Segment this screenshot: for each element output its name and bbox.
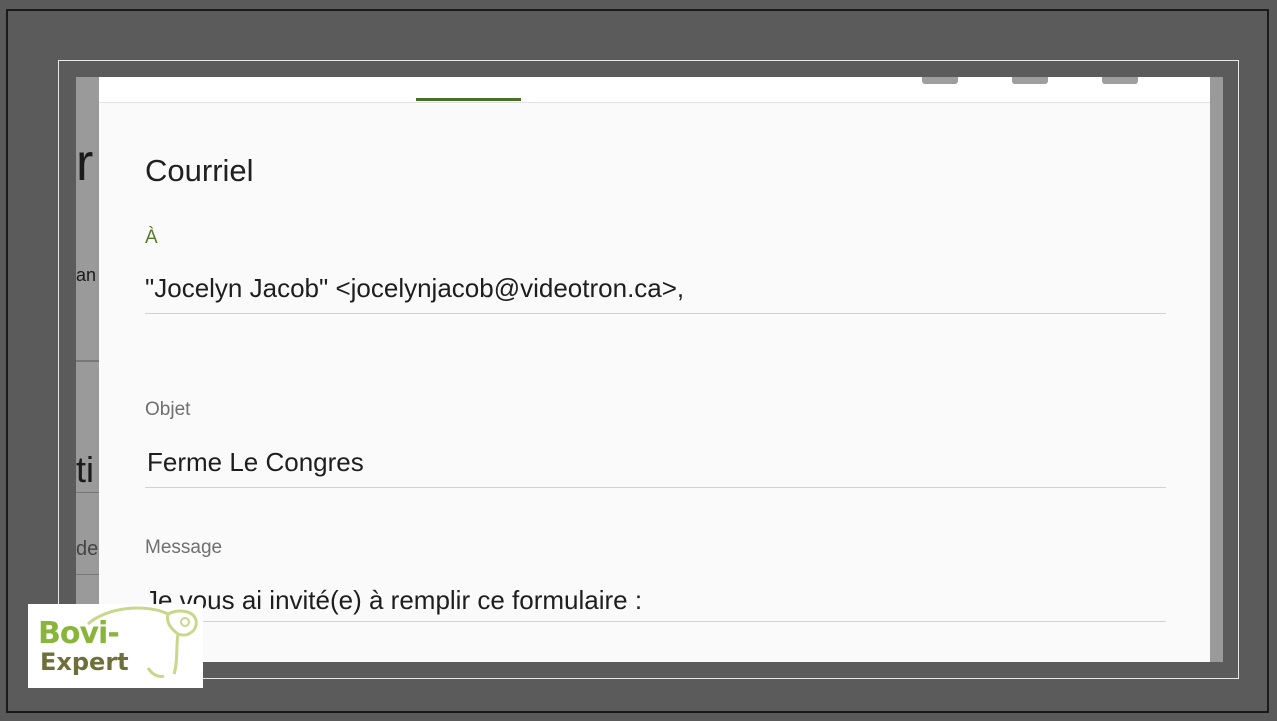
link-icon[interactable]	[922, 77, 958, 84]
bovi-expert-logo: Bovi- Expert	[28, 604, 203, 688]
logo-text-line2: Expert	[40, 648, 129, 676]
to-field-underline	[145, 313, 1166, 314]
message-field[interactable]: Je vous ai invité(e) à remplir ce formul…	[145, 585, 642, 616]
background-text-fragment: an	[76, 265, 97, 285]
subject-field[interactable]: Ferme Le Congres	[147, 447, 364, 478]
background-text-fragment: ti	[76, 449, 94, 490]
message-field-label: Message	[145, 537, 223, 558]
background-text-fragment: r	[76, 134, 94, 192]
subject-field-label: Objet	[145, 399, 191, 420]
email-dialog: Courriel À "Jocelyn Jacob" <jocelynjacob…	[99, 77, 1210, 662]
dialog-title: Courriel	[145, 153, 254, 188]
subject-field-underline	[145, 487, 1166, 488]
logo-text-line1: Bovi-	[38, 616, 120, 651]
dialog-tab-bar	[99, 77, 1210, 103]
to-field-label: À	[145, 227, 158, 248]
message-field-underline	[145, 621, 1166, 622]
close-icon[interactable]	[1102, 77, 1138, 84]
to-field[interactable]: "Jocelyn Jacob" <jocelynjacob@videotron.…	[145, 273, 684, 304]
background-text-fragment: de	[76, 538, 99, 560]
active-tab-indicator	[416, 98, 521, 101]
embed-icon[interactable]	[1012, 77, 1048, 84]
